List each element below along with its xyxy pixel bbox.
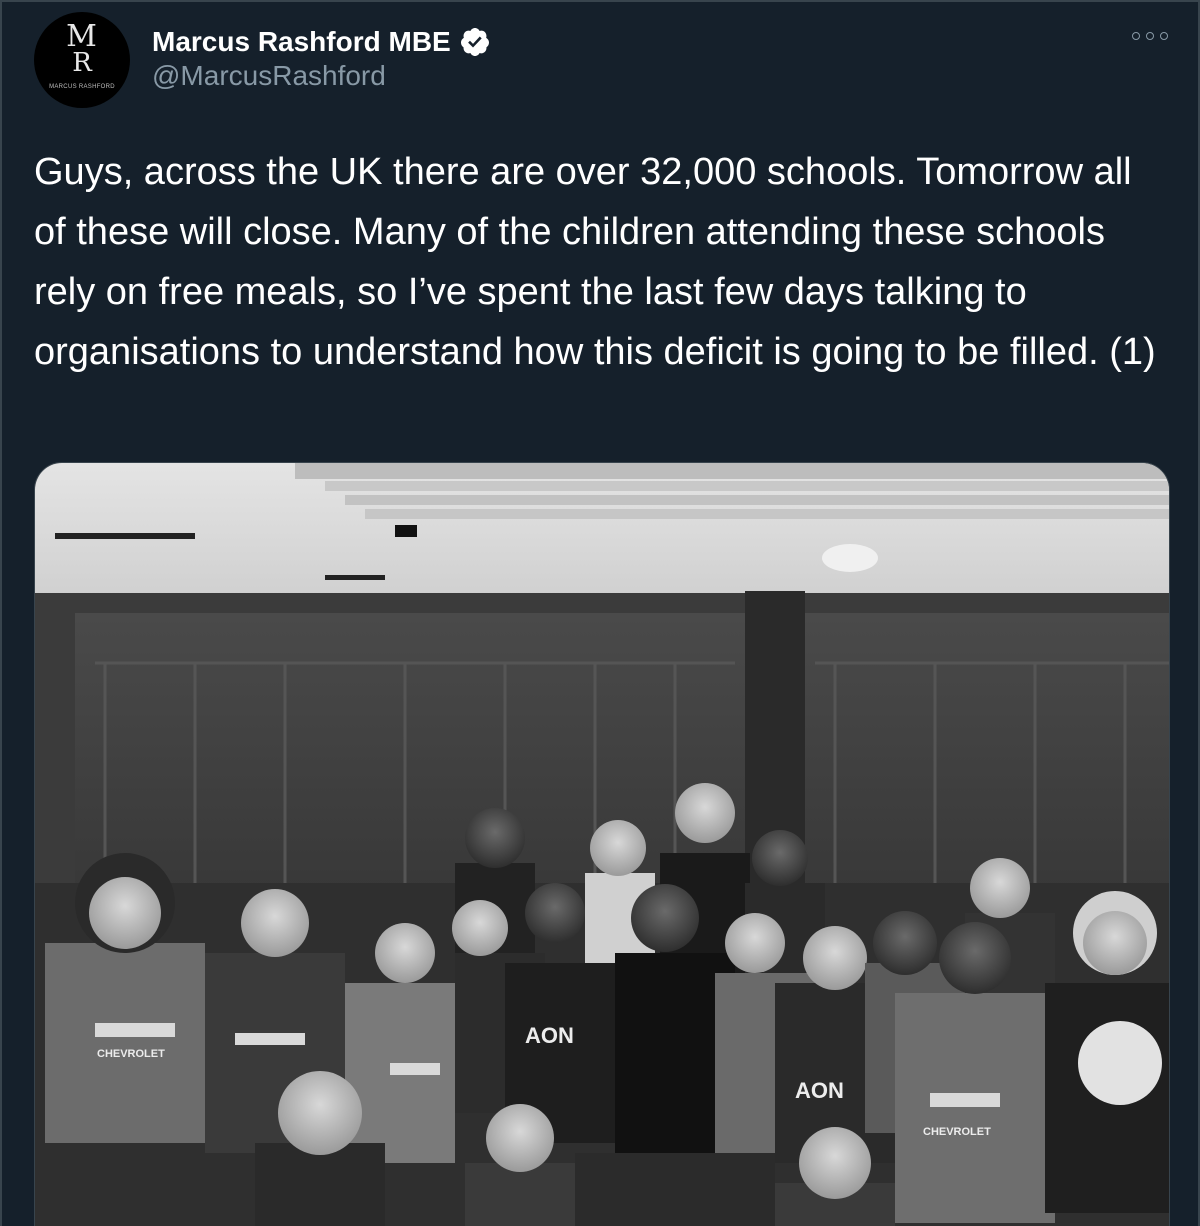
tweet-card: M R MARCUS RASHFORD Marcus Rashford MBE …	[0, 0, 1200, 1226]
more-dot	[1146, 32, 1154, 40]
group-photo-illustration: CHEVROLET AON AON CHEVROLET	[35, 463, 1169, 1226]
tweet-text: Guys, across the UK there are over 32,00…	[34, 151, 1156, 373]
more-options-icon[interactable]	[1132, 24, 1168, 48]
author-display-name[interactable]: Marcus Rashford MBE	[152, 26, 451, 58]
shirt-sponsor-text-2: CHEVROLET	[923, 1126, 991, 1138]
shirt-sponsor-alt-text: AON	[525, 1023, 574, 1048]
more-dot	[1132, 32, 1140, 40]
verified-badge-icon	[459, 26, 491, 58]
shirt-sponsor-text: CHEVROLET	[97, 1048, 165, 1060]
more-dot	[1160, 32, 1168, 40]
avatar-brand-text: MARCUS RASHFORD	[49, 84, 115, 90]
tweet-photo[interactable]: CHEVROLET AON AON CHEVROLET	[34, 462, 1170, 1226]
author-name-row[interactable]: Marcus Rashford MBE	[152, 22, 491, 62]
author-handle[interactable]: @MarcusRashford	[152, 60, 386, 92]
avatar[interactable]: M R MARCUS RASHFORD	[34, 12, 130, 108]
avatar-monogram-bottom: R	[72, 48, 92, 78]
shirt-sponsor-alt-text-2: AON	[795, 1078, 844, 1103]
